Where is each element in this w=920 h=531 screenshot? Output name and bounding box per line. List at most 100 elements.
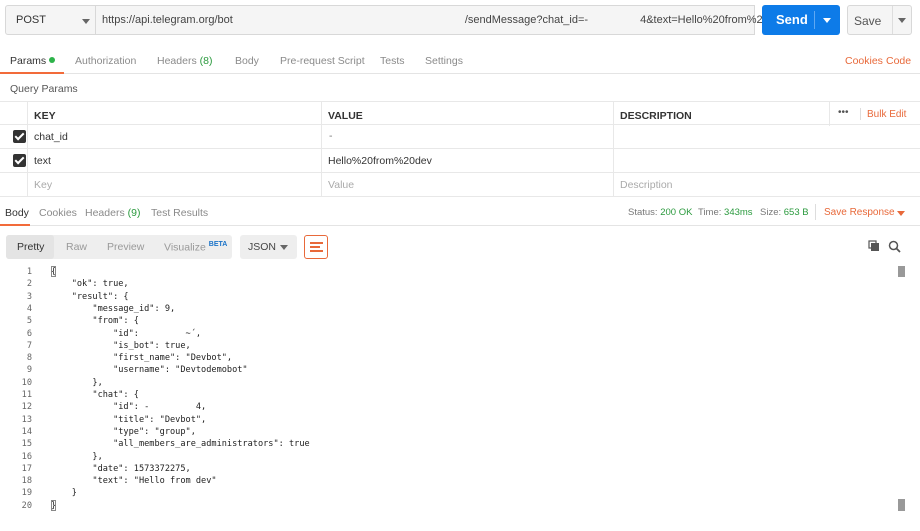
format-select[interactable]: JSON — [240, 235, 297, 259]
code-line: "first_name": "Devbot", — [51, 353, 233, 364]
view-pretty-button[interactable]: Pretty — [17, 241, 44, 253]
row-description-cell[interactable] — [614, 149, 920, 173]
method-select[interactable]: POST — [5, 5, 96, 35]
scrollbar-top[interactable] — [898, 266, 905, 277]
line-number: 13 — [21, 414, 32, 425]
visualize-label: Visualize — [164, 241, 206, 254]
tab-body[interactable]: Body — [235, 55, 259, 67]
url-mid: /sendMessage?chat_id=- — [464, 14, 589, 26]
query-params-table: KEY VALUE DESCRIPTION ••• Bulk Edit chat… — [0, 101, 920, 197]
line-number: 12 — [21, 402, 32, 413]
line-number: 8 — [26, 353, 32, 364]
send-button[interactable]: Send — [762, 5, 840, 35]
save-response-button[interactable]: Save Response — [824, 207, 895, 218]
row-key-cell[interactable]: text — [28, 149, 322, 173]
dropdown-caret-icon — [82, 19, 90, 24]
url-start: https://api.telegram.org/bot — [102, 14, 233, 26]
checkbox-checked-icon[interactable] — [13, 130, 26, 143]
checkbox-checked-icon[interactable] — [13, 154, 26, 167]
bulk-edit-link[interactable]: Bulk Edit — [867, 109, 906, 120]
bracket-highlight — [51, 500, 56, 511]
tab-headers-count: (8) — [199, 55, 213, 67]
code-line: "username": "Devtodemobot" — [51, 365, 248, 376]
save-button[interactable]: Save — [847, 5, 912, 35]
response-tabs: Body Cookies Headers (9) Test Results St… — [0, 200, 920, 226]
url-input[interactable]: https://api.telegram.org/bot/sendMessage… — [96, 5, 787, 35]
copy-icon[interactable] — [868, 240, 880, 252]
status-dot-icon — [49, 57, 56, 63]
header-value: VALUE — [328, 110, 363, 122]
send-dropdown-caret-icon[interactable] — [823, 18, 831, 23]
method-label: POST — [16, 14, 46, 26]
line-number: 6 — [26, 328, 32, 339]
line-number: 16 — [21, 451, 32, 462]
row-description-cell[interactable]: Description — [614, 173, 920, 197]
header-key: KEY — [34, 110, 56, 122]
line-number: 2 — [26, 279, 32, 290]
row-value-cell[interactable]: Value — [322, 173, 614, 197]
row-value-cell[interactable]: - — [322, 125, 614, 149]
response-tab-headers-label: Headers — [85, 207, 125, 219]
response-tab-test-results[interactable]: Test Results — [151, 207, 208, 219]
code-line: "date": 1573372275, — [51, 463, 191, 474]
response-tab-headers[interactable]: Headers (9) — [85, 207, 140, 219]
table-row-empty: Key Value Description — [0, 173, 920, 197]
status-divider — [815, 204, 816, 220]
param-value: Hello%20from%20dev — [328, 155, 432, 167]
description-placeholder: Description — [620, 179, 673, 191]
tab-settings[interactable]: Settings — [425, 55, 463, 67]
line-number: 11 — [21, 390, 32, 400]
tab-prerequest-script[interactable]: Pre-request Script — [280, 55, 365, 67]
code-line: "id": - 4, — [51, 402, 207, 413]
line-number: 4 — [26, 303, 32, 314]
response-tab-cookies[interactable]: Cookies — [39, 207, 77, 219]
row-checkbox-cell — [0, 173, 28, 197]
row-key-cell[interactable]: Key — [28, 173, 322, 197]
code-line: }, — [51, 451, 103, 462]
header-value-cell: VALUE — [322, 102, 614, 126]
view-mode-group: Pretty Raw Preview Visualize BETA — [6, 235, 232, 259]
wrap-lines-icon[interactable] — [304, 235, 328, 259]
row-description-cell[interactable] — [614, 125, 920, 149]
line-number: 18 — [21, 476, 32, 487]
tab-authorization[interactable]: Authorization — [75, 55, 136, 67]
view-visualize-button[interactable]: Visualize BETA — [164, 241, 227, 254]
size-value: 653 B — [783, 207, 809, 218]
dropdown-caret-icon — [280, 245, 288, 250]
code-line: "text": "Hello from dev" — [51, 476, 217, 487]
row-value-cell[interactable]: Hello%20from%20dev — [322, 149, 614, 173]
header-divider — [860, 108, 861, 120]
row-checkbox-cell — [0, 149, 28, 173]
save-label: Save — [854, 14, 882, 28]
header-checkbox-cell — [0, 102, 28, 126]
time-value: 343ms — [724, 207, 753, 218]
code-link[interactable]: Code — [886, 55, 911, 67]
code-line: "result": { — [51, 291, 129, 302]
save-response-label: Save Response — [824, 207, 895, 218]
more-options-icon[interactable]: ••• — [838, 107, 849, 118]
view-preview-button[interactable]: Preview — [107, 241, 144, 253]
bracket-highlight — [51, 266, 56, 277]
search-icon[interactable] — [888, 240, 901, 253]
param-value: - — [329, 130, 333, 142]
active-response-tab-indicator — [0, 224, 30, 226]
table-row: chat_id - — [0, 125, 920, 149]
save-divider — [892, 6, 893, 34]
table-header-row: KEY VALUE DESCRIPTION ••• Bulk Edit — [0, 101, 920, 126]
tab-params[interactable]: Params — [10, 55, 56, 67]
save-response-caret-icon[interactable] — [897, 211, 905, 216]
param-key: chat_id — [34, 131, 68, 143]
view-raw-button[interactable]: Raw — [66, 241, 87, 253]
cookies-link[interactable]: Cookies — [845, 55, 883, 67]
row-key-cell[interactable]: chat_id — [28, 125, 322, 149]
code-line: "all_members_are_administrators": true — [51, 439, 310, 450]
tab-headers[interactable]: Headers (8) — [157, 55, 212, 67]
scrollbar-bottom[interactable] — [898, 499, 905, 511]
response-tab-body[interactable]: Body — [5, 207, 29, 219]
response-body-code[interactable]: 1 2 3 4 5 6 7 8 9 10 11 12 13 14 15 16 17 18 19 20 { "ok": … — [0, 264, 920, 526]
line-number: 5 — [26, 316, 32, 327]
tab-tests[interactable]: Tests — [380, 55, 405, 67]
param-key: text — [34, 155, 51, 167]
request-bar: POST https://api.telegram.org/bot/sendMe… — [0, 0, 920, 44]
save-dropdown-caret-icon[interactable] — [898, 18, 906, 23]
